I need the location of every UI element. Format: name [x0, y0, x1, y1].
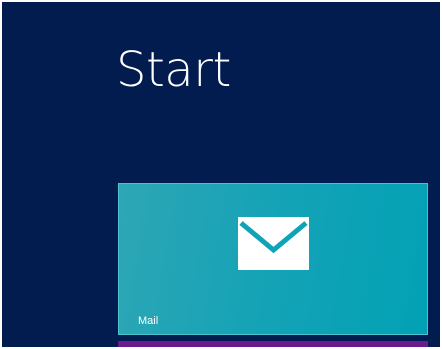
start-title: Start [116, 42, 231, 98]
next-tile-partial[interactable] [118, 341, 428, 347]
mail-tile-label: Mail [138, 315, 159, 327]
mail-tile[interactable]: Mail [118, 183, 428, 335]
envelope-icon [238, 217, 309, 270]
start-screen: Start Mail [2, 2, 440, 347]
